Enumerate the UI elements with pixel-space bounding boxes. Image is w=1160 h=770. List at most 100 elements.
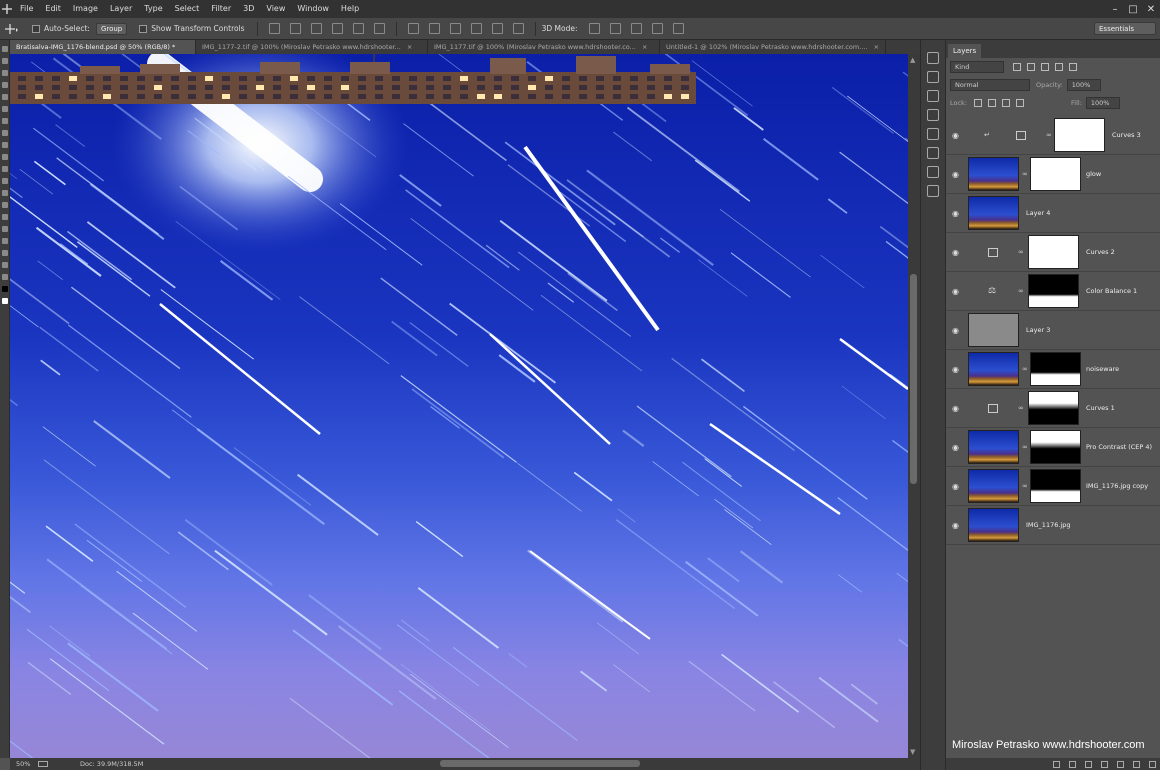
menu-layer[interactable]: Layer	[104, 0, 138, 18]
close-icon[interactable]: ×	[874, 43, 879, 51]
channels-icon[interactable]	[927, 128, 939, 140]
crop-tool-icon[interactable]	[2, 94, 8, 100]
layer-row[interactable]: ◉ Layer 4	[946, 194, 1160, 233]
align-right-icon[interactable]	[373, 23, 385, 34]
layer-row[interactable]: ◉ ∞ Curves 2	[946, 233, 1160, 272]
lock-image-icon[interactable]	[988, 99, 997, 107]
workspace-dropdown[interactable]: Essentials	[1094, 22, 1156, 35]
visibility-eye-icon[interactable]: ◉	[952, 365, 962, 374]
chain-link-icon[interactable]: ∞	[1022, 443, 1028, 451]
transform-controls-checkbox[interactable]	[139, 24, 148, 33]
layer-thumbnail[interactable]	[968, 508, 1019, 542]
layer-name[interactable]: Curves 1	[1086, 404, 1115, 412]
new-group-icon[interactable]	[1117, 760, 1124, 768]
scroll-down-icon[interactable]: ▼	[910, 748, 915, 756]
layer-mask-thumbnail[interactable]	[1028, 235, 1079, 269]
auto-select-checkbox[interactable]	[32, 24, 40, 33]
trash-icon[interactable]	[1149, 760, 1156, 768]
visibility-eye-icon[interactable]: ◉	[952, 131, 962, 140]
zoom-level[interactable]: 50%	[10, 760, 36, 768]
adjustment-layer-icon[interactable]	[1101, 760, 1108, 768]
eraser-tool-icon[interactable]	[2, 166, 8, 172]
adjustments-icon[interactable]	[927, 90, 939, 102]
layer-name[interactable]: Color Balance 1	[1086, 287, 1137, 295]
scroll-up-icon[interactable]: ▲	[910, 56, 915, 64]
layer-mask-thumbnail[interactable]	[1028, 274, 1079, 308]
distribute-vcenter-icon[interactable]	[428, 23, 440, 34]
layer-thumbnail[interactable]	[968, 196, 1019, 230]
export-icon[interactable]	[38, 761, 48, 767]
background-color-icon[interactable]	[2, 298, 8, 304]
3d-rotate-icon[interactable]	[588, 23, 600, 34]
visibility-eye-icon[interactable]: ◉	[952, 248, 962, 257]
move-tool-preset-icon[interactable]	[4, 23, 18, 35]
foreground-color-icon[interactable]	[2, 286, 8, 292]
close-icon[interactable]: ×	[407, 43, 412, 51]
layer-name[interactable]: Curves 2	[1086, 248, 1115, 256]
horizontal-scroll-thumb[interactable]	[440, 760, 640, 767]
healing-tool-icon[interactable]	[2, 118, 8, 124]
filter-type-icon[interactable]	[1041, 63, 1049, 71]
layer-thumbnail[interactable]	[968, 313, 1019, 347]
marquee-tool-icon[interactable]	[2, 58, 8, 64]
quick-select-tool-icon[interactable]	[2, 82, 8, 88]
menu-edit[interactable]: Edit	[39, 0, 67, 18]
layer-row[interactable]: ◉ ∞ noiseware	[946, 350, 1160, 389]
lasso-tool-icon[interactable]	[2, 70, 8, 76]
move-tool-icon[interactable]	[2, 4, 12, 14]
distribute-hcenter-icon[interactable]	[491, 23, 503, 34]
layer-row[interactable]: ◉ ∞ glow	[946, 155, 1160, 194]
layer-name[interactable]: glow	[1086, 170, 1101, 178]
3d-pan-icon[interactable]	[630, 23, 642, 34]
history-icon[interactable]	[927, 52, 939, 64]
close-icon[interactable]: ×	[642, 43, 647, 51]
properties-icon[interactable]	[927, 109, 939, 121]
eyedropper-tool-icon[interactable]	[2, 106, 8, 112]
layer-row[interactable]: ◉ ∞ Pro Contrast (CEP 4)	[946, 428, 1160, 467]
chain-link-icon[interactable]: ∞	[1022, 482, 1028, 490]
layer-name[interactable]: IMG_1176.jpg	[1026, 521, 1070, 529]
gradient-tool-icon[interactable]	[2, 178, 8, 184]
distribute-top-icon[interactable]	[407, 23, 419, 34]
lock-all-icon[interactable]	[1016, 99, 1025, 107]
menu-view[interactable]: View	[260, 0, 291, 18]
layer-mask-thumbnail[interactable]	[1028, 391, 1079, 425]
fill-field[interactable]: 100%	[1085, 97, 1120, 109]
layers-tab[interactable]: Layers	[948, 44, 982, 58]
opacity-field[interactable]: 100%	[1066, 79, 1101, 91]
menu-select[interactable]: Select	[169, 0, 206, 18]
layer-mask-thumbnail[interactable]	[1030, 352, 1081, 386]
layer-row[interactable]: ◉ ∞ IMG_1176.jpg copy	[946, 467, 1160, 506]
blend-mode-dropdown[interactable]: Normal	[950, 79, 1030, 91]
visibility-eye-icon[interactable]: ◉	[952, 209, 962, 218]
lock-transparent-icon[interactable]	[974, 99, 983, 107]
type-tool-icon[interactable]	[2, 226, 8, 232]
visibility-eye-icon[interactable]: ◉	[952, 482, 962, 491]
layer-mask-thumbnail[interactable]	[1030, 469, 1081, 503]
layer-name[interactable]: Pro Contrast (CEP 4)	[1086, 443, 1152, 451]
align-left-icon[interactable]	[331, 23, 343, 34]
layer-thumbnail[interactable]	[968, 469, 1019, 503]
distribute-left-icon[interactable]	[470, 23, 482, 34]
chain-link-icon[interactable]: ∞	[1018, 287, 1024, 295]
layer-name[interactable]: Curves 3	[1112, 131, 1141, 139]
align-hcenter-icon[interactable]	[352, 23, 364, 34]
align-top-icon[interactable]	[268, 23, 280, 34]
history-brush-tool-icon[interactable]	[2, 154, 8, 160]
layer-row[interactable]: ◉ ↵ ∞ Curves 3	[946, 116, 1160, 155]
menu-type[interactable]: Type	[138, 0, 168, 18]
brush-tool-icon[interactable]	[2, 130, 8, 136]
3d-slide-icon[interactable]	[651, 23, 663, 34]
zoom-tool-icon[interactable]	[2, 274, 8, 280]
visibility-eye-icon[interactable]: ◉	[952, 404, 962, 413]
align-vcenter-icon[interactable]	[289, 23, 301, 34]
filter-kind-dropdown[interactable]: Kind	[950, 61, 1004, 73]
layer-row[interactable]: ◉ ∞ Curves 1	[946, 389, 1160, 428]
chain-link-icon[interactable]: ∞	[1022, 170, 1028, 178]
link-layers-icon[interactable]	[1053, 760, 1060, 768]
layer-name[interactable]: IMG_1176.jpg copy	[1086, 482, 1148, 490]
brush-preset-icon[interactable]	[927, 71, 939, 83]
dodge-tool-icon[interactable]	[2, 202, 8, 208]
3d-scale-icon[interactable]	[672, 23, 684, 34]
layer-style-icon[interactable]	[1069, 760, 1076, 768]
